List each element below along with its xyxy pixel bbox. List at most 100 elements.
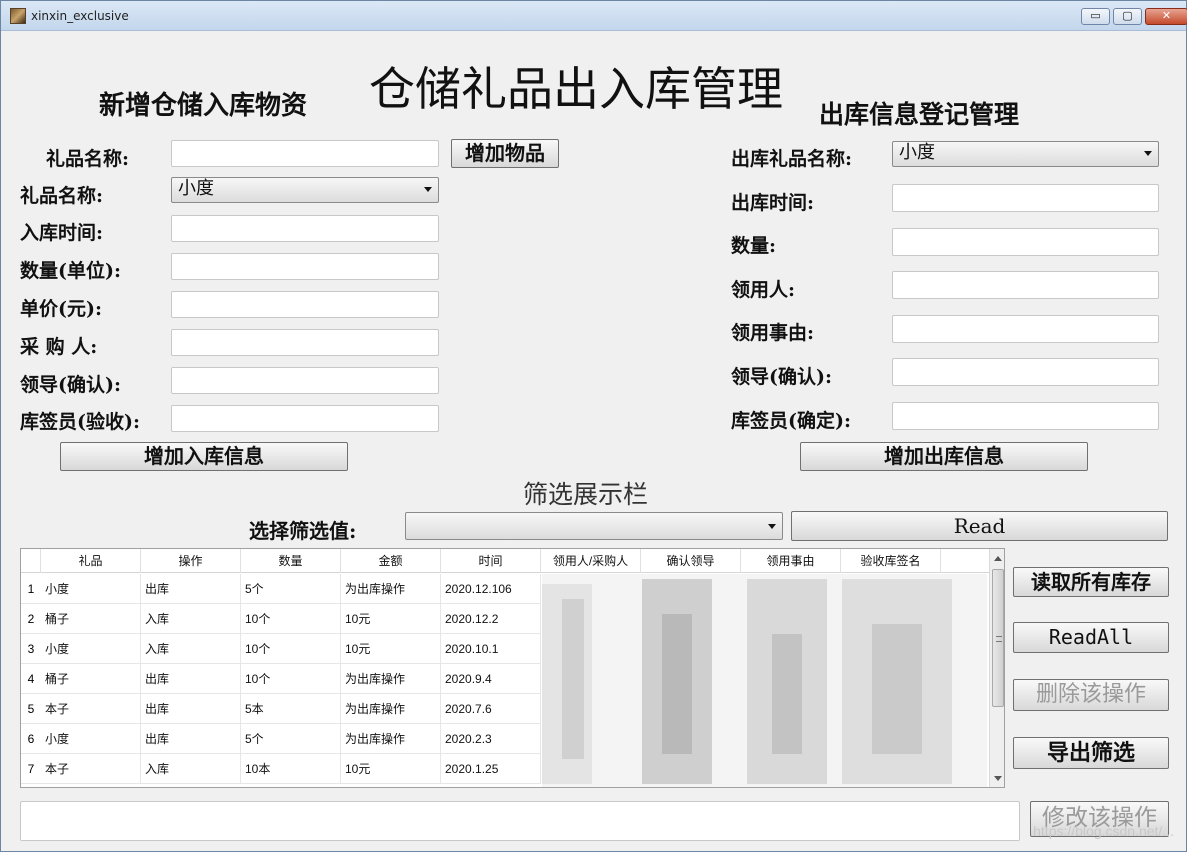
table-cell[interactable]: 2020.1.25	[441, 754, 541, 784]
table-cell[interactable]: 2020.10.1	[441, 634, 541, 664]
outbound-keeper-input[interactable]	[892, 402, 1159, 430]
read-all-stock-button[interactable]: 读取所有库存	[1013, 567, 1169, 597]
table-cell[interactable]: 5本	[241, 694, 341, 724]
inbound-heading: 新增仓储入库物资	[99, 91, 308, 121]
column-header[interactable]: 领用事由	[741, 549, 841, 573]
column-header[interactable]: 礼品	[41, 549, 141, 573]
add-item-button[interactable]: 增加物品	[451, 139, 559, 168]
table-cell[interactable]: 5个	[241, 574, 341, 604]
filter-heading: 筛选展示栏	[523, 480, 649, 509]
column-header[interactable]: 确认领导	[641, 549, 741, 573]
table-cell[interactable]: 桶子	[41, 604, 141, 634]
table-cell[interactable]: 小度	[41, 574, 141, 604]
table-cell[interactable]: 10元	[341, 634, 441, 664]
outbound-gift-value: 小度	[899, 142, 935, 163]
table-cell[interactable]: 10个	[241, 604, 341, 634]
column-header[interactable]: 时间	[441, 549, 541, 573]
inbound-keeper-label: 库签员(验收):	[20, 411, 140, 433]
table-cell[interactable]: 2020.7.6	[441, 694, 541, 724]
reason-input[interactable]	[892, 315, 1159, 343]
table-scrollbar[interactable]	[989, 549, 1004, 787]
table-cell[interactable]: 入库	[141, 604, 241, 634]
row-number: 7	[21, 754, 41, 784]
receiver-label: 领用人:	[731, 279, 796, 301]
table-cell[interactable]: 出库	[141, 664, 241, 694]
window-title: xinxin_exclusive	[31, 9, 129, 23]
table-cell[interactable]: 小度	[41, 634, 141, 664]
read-all-button[interactable]: ReadAll	[1013, 622, 1169, 653]
outbound-gift-combo[interactable]: 小度	[892, 141, 1159, 167]
table-cell[interactable]: 10个	[241, 664, 341, 694]
gift-select-value: 小度	[178, 178, 214, 199]
unit-price-input[interactable]	[171, 291, 439, 318]
table-cell[interactable]: 2020.12.106	[441, 574, 541, 604]
column-header[interactable]: 领用人/采购人	[541, 549, 641, 573]
close-button[interactable]: ✕	[1145, 8, 1187, 25]
outbound-keeper-label: 库签员(确定):	[731, 410, 851, 432]
delete-operation-button[interactable]: 删除该操作	[1013, 679, 1169, 711]
table-cell[interactable]: 5个	[241, 724, 341, 754]
filter-select-combo[interactable]	[405, 512, 783, 540]
inbound-time-input[interactable]	[171, 215, 439, 242]
records-table[interactable]: 礼品 操作 数量 金额 时间 领用人/采购人 确认领导 领用事由 验收库签名 1…	[20, 548, 1005, 788]
table-cell[interactable]: 出库	[141, 694, 241, 724]
table-cell[interactable]: 2020.9.4	[441, 664, 541, 694]
table-cell[interactable]: 为出库操作	[341, 694, 441, 724]
minimize-button[interactable]: ▭	[1081, 8, 1110, 25]
inbound-leader-input[interactable]	[171, 367, 439, 394]
table-cell[interactable]: 入库	[141, 634, 241, 664]
table-cell[interactable]: 为出库操作	[341, 664, 441, 694]
column-header[interactable]: 金额	[341, 549, 441, 573]
title-bar: xinxin_exclusive ▭ ▢ ✕	[1, 1, 1187, 31]
column-header[interactable]: 数量	[241, 549, 341, 573]
reason-label: 领用事由:	[731, 322, 815, 344]
table-cell[interactable]: 小度	[41, 724, 141, 754]
chevron-down-icon	[424, 187, 432, 192]
buyer-label: 采 购 人:	[20, 336, 98, 358]
table-cell[interactable]: 2020.12.2	[441, 604, 541, 634]
row-number: 2	[21, 604, 41, 634]
table-cell[interactable]: 本子	[41, 754, 141, 784]
buyer-input[interactable]	[171, 329, 439, 356]
scroll-thumb[interactable]	[992, 569, 1004, 707]
column-header[interactable]: 操作	[141, 549, 241, 573]
outbound-heading: 出库信息登记管理	[819, 100, 1020, 129]
row-number: 1	[21, 574, 41, 604]
outbound-time-input[interactable]	[892, 184, 1159, 212]
table-cell[interactable]: 出库	[141, 574, 241, 604]
inbound-keeper-input[interactable]	[171, 405, 439, 432]
table-cell[interactable]: 10元	[341, 754, 441, 784]
table-cell[interactable]: 10元	[341, 604, 441, 634]
table-cell[interactable]: 出库	[141, 724, 241, 754]
receiver-input[interactable]	[892, 271, 1159, 299]
row-number: 4	[21, 664, 41, 694]
table-cell[interactable]: 本子	[41, 694, 141, 724]
gift-name-input[interactable]	[171, 140, 439, 167]
table-cell[interactable]: 为出库操作	[341, 724, 441, 754]
row-number: 6	[21, 724, 41, 754]
add-inbound-button[interactable]: 增加入库信息	[60, 442, 348, 471]
maximize-button[interactable]: ▢	[1113, 8, 1142, 25]
scroll-down-icon[interactable]	[994, 776, 1002, 781]
filter-select-label: 选择筛选值:	[249, 519, 357, 543]
table-cell[interactable]: 2020.2.3	[441, 724, 541, 754]
table-cell[interactable]: 桶子	[41, 664, 141, 694]
redacted-area	[542, 574, 987, 787]
table-cell[interactable]: 入库	[141, 754, 241, 784]
column-header[interactable]: 验收库签名	[841, 549, 941, 573]
chevron-down-icon	[1144, 151, 1152, 156]
bottom-text-input[interactable]	[20, 801, 1020, 841]
outbound-quantity-input[interactable]	[892, 228, 1159, 256]
table-cell[interactable]: 10个	[241, 634, 341, 664]
read-button[interactable]: Read	[791, 511, 1168, 541]
scroll-up-icon[interactable]	[994, 556, 1002, 561]
outbound-quantity-label: 数量:	[731, 235, 777, 257]
gift-select-combo[interactable]: 小度	[171, 177, 439, 203]
table-cell[interactable]: 10本	[241, 754, 341, 784]
export-filter-button[interactable]: 导出筛选	[1013, 737, 1169, 769]
table-cell[interactable]: 为出库操作	[341, 574, 441, 604]
add-outbound-button[interactable]: 增加出库信息	[800, 442, 1088, 471]
corner-cell	[21, 549, 41, 573]
inbound-quantity-input[interactable]	[171, 253, 439, 280]
outbound-leader-input[interactable]	[892, 358, 1159, 386]
